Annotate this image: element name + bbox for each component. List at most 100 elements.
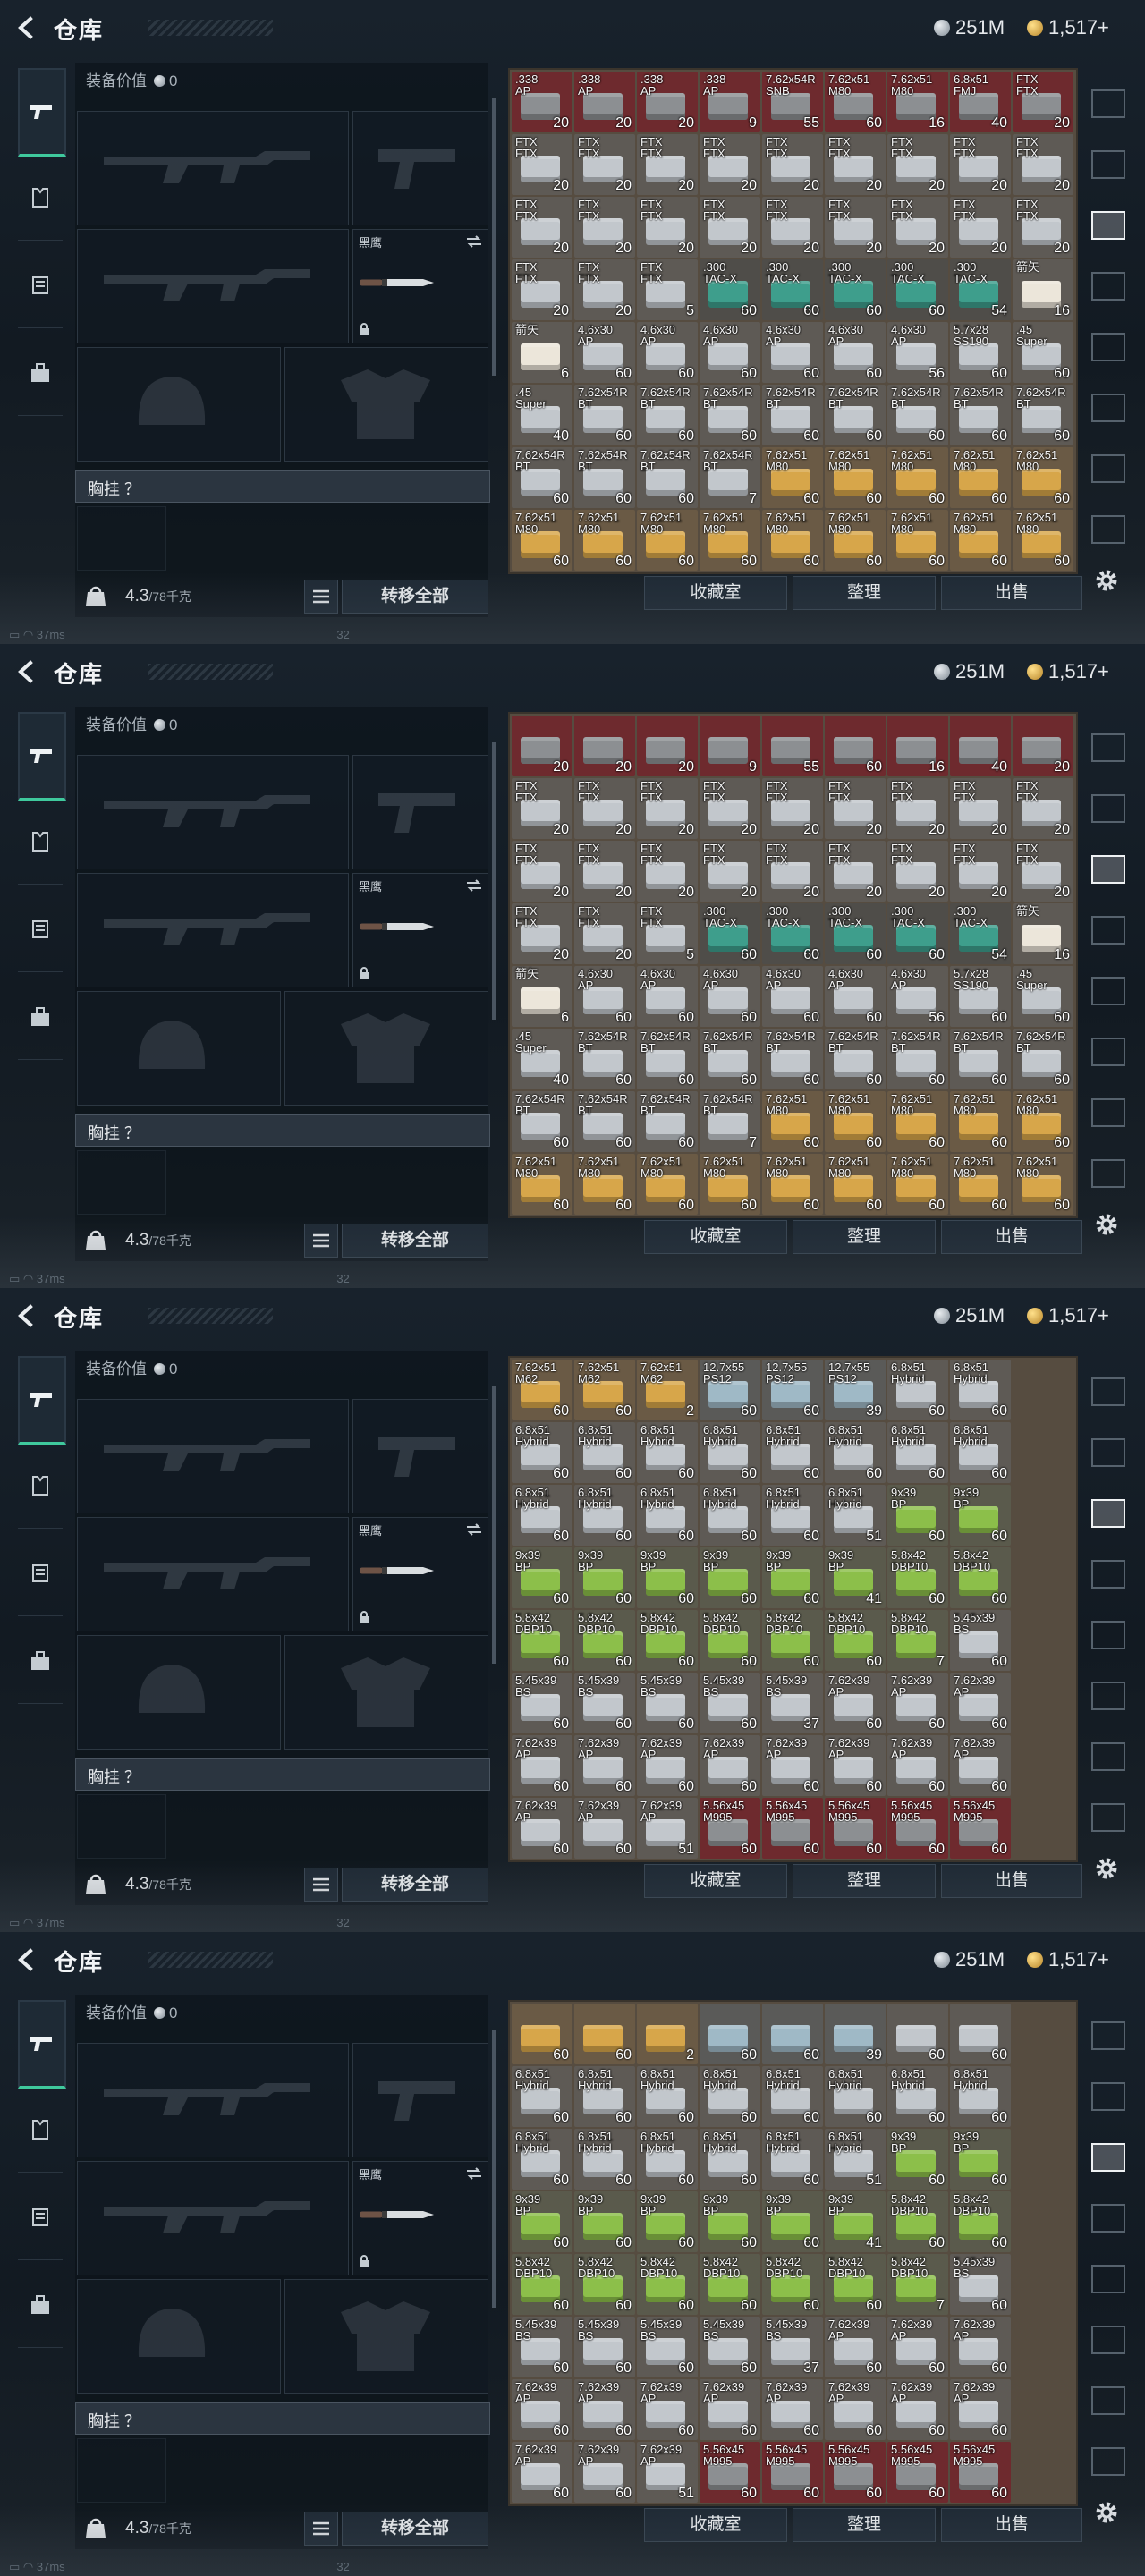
storage-home-icon[interactable] [1091, 2021, 1125, 2050]
ammo-item[interactable]: 5.45x39 BS 60 [574, 2317, 635, 2377]
ammo-item[interactable]: 4.6x30 AP 60 [637, 322, 698, 383]
storage-page-icon[interactable] [1091, 454, 1125, 483]
helmet-slot[interactable] [77, 347, 281, 462]
ammo-item[interactable]: FTX FTX 20 [512, 197, 572, 258]
ammo-item[interactable]: 5.8x42 DBP10 60 [950, 2191, 1011, 2252]
ammo-item[interactable]: 5.56x45 M995 60 [700, 2442, 760, 2503]
ammo-item[interactable]: 9x39 BP 60 [700, 2191, 760, 2252]
ammo-item[interactable]: 60 [574, 2004, 635, 2064]
ammo-item[interactable]: 5.56x45 M995 60 [762, 2442, 823, 2503]
ammo-item[interactable]: 60 [887, 2004, 948, 2064]
ammo-item[interactable]: 7.62x51 M80 60 [825, 1154, 886, 1215]
ammo-item[interactable]: 7.62x39 AP 60 [637, 2379, 698, 2440]
ammo-item[interactable]: 6.8x51 Hybrid 60 [574, 2066, 635, 2127]
equipment-scrollbar[interactable] [492, 98, 496, 376]
melee-slot[interactable]: 黑鹰 [352, 229, 488, 343]
equipment-scrollbar[interactable] [492, 742, 496, 1020]
ammo-item[interactable]: FTX FTX 20 [700, 778, 760, 839]
gold-currency[interactable]: 1,517+ [1027, 660, 1109, 683]
ammo-item[interactable]: 7.62x39 AP 60 [574, 2442, 635, 2503]
primary-weapon-2-slot[interactable] [77, 1517, 349, 1631]
ammo-item[interactable]: 7.62x51 M80 60 [887, 510, 948, 571]
ammo-item[interactable]: 9x39 BP 60 [950, 2129, 1011, 2190]
ammo-item[interactable]: 5.56x45 M995 60 [950, 2442, 1011, 2503]
ammo-item[interactable]: 7.62x39 AP 60 [950, 2379, 1011, 2440]
storage-page-icon[interactable] [1091, 2143, 1125, 2172]
storage-page-icon[interactable] [1091, 977, 1125, 1005]
ammo-item[interactable]: 7.62x39 AP 60 [574, 1798, 635, 1859]
ammo-item[interactable]: 5.8x42 DBP10 60 [950, 1547, 1011, 1608]
organize-button[interactable]: 整理 [793, 1864, 936, 1898]
ammo-item[interactable]: 7.62x39 AP 60 [512, 1735, 572, 1796]
ammo-item[interactable]: 7.62x54R BT 60 [950, 385, 1011, 445]
ammo-item[interactable]: 7.62x51 M62 60 [512, 1360, 572, 1420]
ammo-item[interactable]: .338 AP 9 [700, 72, 760, 132]
ammo-item[interactable]: 6.8x51 Hybrid 60 [637, 2066, 698, 2127]
ammo-item[interactable]: FTX FTX 20 [512, 778, 572, 839]
ammo-item[interactable]: 20 [1013, 716, 1073, 776]
ammo-item[interactable]: 9x39 BP 41 [825, 1547, 886, 1608]
storage-page-icon[interactable] [1091, 855, 1125, 884]
ammo-item[interactable]: 9x39 BP 41 [825, 2191, 886, 2252]
ammo-item[interactable]: 7.62x39 AP 60 [887, 2379, 948, 2440]
ammo-item[interactable]: 9 [700, 716, 760, 776]
ammo-item[interactable]: 9x39 BP 60 [637, 2191, 698, 2252]
ammo-item[interactable]: 60 [762, 2004, 823, 2064]
ammo-item[interactable]: FTX FTX 20 [1013, 72, 1073, 132]
ammo-item[interactable]: FTX FTX 20 [574, 134, 635, 195]
ammo-item[interactable]: 7.62x51 M80 16 [887, 72, 948, 132]
ammo-item[interactable]: 7.62x51 M80 60 [950, 447, 1011, 508]
storage-page-icon[interactable] [1091, 916, 1125, 945]
ammo-item[interactable]: FTX FTX 20 [512, 903, 572, 964]
ammo-item[interactable]: 60 [950, 2004, 1011, 2064]
equipment-scrollbar[interactable] [492, 2030, 496, 2308]
rig-pocket-slot[interactable] [77, 1150, 166, 1215]
list-view-button[interactable] [304, 1224, 338, 1258]
body-armor-slot[interactable] [284, 991, 488, 1106]
ammo-item[interactable]: 7.62x54R BT 60 [574, 1029, 635, 1089]
rig-pocket-slot[interactable] [77, 2438, 166, 2503]
ammo-item[interactable]: 5.8x42 DBP10 60 [825, 1610, 886, 1671]
sell-button[interactable]: 出售 [941, 1864, 1082, 1898]
ammo-item[interactable]: 6.8x51 Hybrid 60 [574, 1422, 635, 1483]
gold-currency[interactable]: 1,517+ [1027, 16, 1109, 39]
ammo-item[interactable]: FTX FTX 20 [700, 197, 760, 258]
ammo-item[interactable]: .300 TAC-X 60 [887, 903, 948, 964]
ammo-item[interactable]: FTX FTX 20 [762, 841, 823, 902]
ammo-item[interactable]: 55 [762, 716, 823, 776]
melee-slot[interactable]: 黑鹰 [352, 873, 488, 987]
ammo-item[interactable]: 60 [512, 2004, 572, 2064]
rig-pocket-slot[interactable] [77, 1794, 166, 1859]
ammo-item[interactable]: 5.56x45 M995 60 [887, 2442, 948, 2503]
ammo-item[interactable]: .45 Super 60 [1013, 322, 1073, 383]
ammo-item[interactable]: 5.45x39 BS 60 [950, 2254, 1011, 2315]
ammo-item[interactable]: 7.62x51 M62 60 [574, 1360, 635, 1420]
ammo-item[interactable]: 5.56x45 M995 60 [950, 1798, 1011, 1859]
ammo-item[interactable]: FTX FTX 20 [950, 197, 1011, 258]
ammo-item[interactable]: 4.6x30 AP 60 [700, 322, 760, 383]
primary-weapon-slot[interactable] [77, 1399, 349, 1513]
ammo-item[interactable]: 7.62x51 M80 60 [825, 510, 886, 571]
ammo-item[interactable]: 7.62x39 AP 60 [700, 1735, 760, 1796]
storage-page-icon[interactable] [1091, 794, 1125, 823]
transfer-all-button[interactable]: 转移全部 [342, 580, 488, 614]
ammo-item[interactable]: 7.62x51 M80 60 [1013, 1154, 1073, 1215]
ammo-item[interactable]: FTX FTX 20 [825, 841, 886, 902]
ammo-item[interactable]: 5.7x28 SS190 60 [950, 966, 1011, 1027]
ammo-item[interactable]: .300 TAC-X 60 [825, 259, 886, 320]
ammo-item[interactable]: .300 TAC-X 60 [825, 903, 886, 964]
ammo-item[interactable]: 6.8x51 Hybrid 60 [762, 1485, 823, 1546]
storage-page-icon[interactable] [1091, 1098, 1125, 1127]
ammo-item[interactable]: 7.62x51 M80 60 [887, 1154, 948, 1215]
ammo-item[interactable]: FTX FTX 20 [637, 134, 698, 195]
ammo-item[interactable]: .338 AP 20 [574, 72, 635, 132]
storage-page-icon[interactable] [1091, 1038, 1125, 1066]
ammo-item[interactable]: FTX FTX 20 [887, 841, 948, 902]
ammo-item[interactable]: 2 [637, 2004, 698, 2064]
body-armor-slot[interactable] [284, 1635, 488, 1750]
primary-weapon-2-slot[interactable] [77, 873, 349, 987]
ammo-item[interactable]: FTX FTX 20 [512, 134, 572, 195]
storage-page-icon[interactable] [1091, 2326, 1125, 2354]
storage-page-icon[interactable] [1091, 1621, 1125, 1649]
primary-weapon-slot[interactable] [77, 2043, 349, 2157]
